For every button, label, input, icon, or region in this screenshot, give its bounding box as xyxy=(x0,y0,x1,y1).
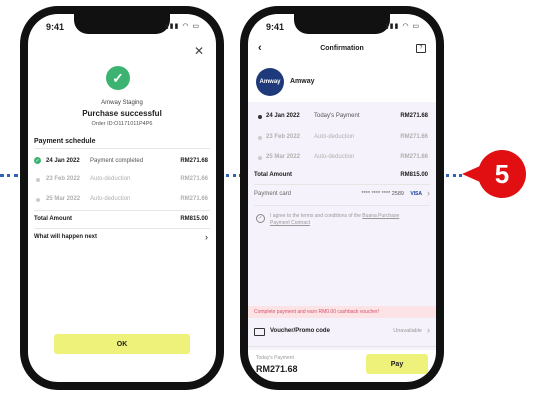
today-payment-amount: RM271.68 xyxy=(256,364,298,374)
cashback-text: Complete payment and earn RM0.00 cashbac… xyxy=(254,309,380,315)
notch xyxy=(294,14,390,34)
voucher-icon xyxy=(254,328,265,336)
schedule-amount: RM271.68 xyxy=(180,158,208,164)
help-icon[interactable]: ? xyxy=(416,44,426,53)
schedule-desc: Auto-deduction xyxy=(90,196,131,202)
card-number: **** **** **** 2589 xyxy=(361,191,404,197)
divider xyxy=(34,228,210,229)
total-label: Total Amount xyxy=(254,172,292,178)
merchant-name: Amway Staging xyxy=(101,100,143,106)
schedule-amount: RM271.66 xyxy=(180,196,208,202)
total-value: RM815.00 xyxy=(400,172,428,178)
voucher-label: Voucher/Promo code xyxy=(270,328,330,334)
divider xyxy=(34,148,210,149)
divider xyxy=(254,184,430,185)
amway-logo: Amway xyxy=(256,68,284,96)
close-icon[interactable]: ✕ xyxy=(194,44,204,58)
schedule-desc: Auto-deduction xyxy=(314,134,355,140)
schedule-amount: RM271.66 xyxy=(400,134,428,140)
schedule-amount: RM271.68 xyxy=(400,113,428,119)
total-value: RM815.00 xyxy=(180,216,208,222)
page-title: Purchase successful xyxy=(82,109,162,118)
schedule-desc: Today's Payment xyxy=(314,113,360,119)
schedule-title: Payment schedule xyxy=(34,138,96,145)
phone-confirmation: 9:41 ▮▮▮ ◠ ▭ ‹ Confirmation ? Amway Amwa… xyxy=(240,6,444,390)
voucher-row[interactable]: Voucher/Promo code Unavailable › xyxy=(254,325,430,340)
ok-button[interactable]: OK xyxy=(54,334,190,354)
schedule-desc: Payment completed xyxy=(90,158,144,164)
chevron-right-icon: › xyxy=(427,325,430,335)
screen-confirmation: 9:41 ▮▮▮ ◠ ▭ ‹ Confirmation ? Amway Amwa… xyxy=(248,14,436,382)
pay-button[interactable]: Pay xyxy=(366,354,428,374)
terms-text: I agree to the terms and conditions of t… xyxy=(270,213,420,227)
pending-dot-icon xyxy=(36,178,40,182)
success-check-icon: ✓ xyxy=(106,66,130,90)
pending-dot-icon xyxy=(258,156,262,160)
schedule-date: 24 Jan 2022 xyxy=(46,158,80,164)
schedule-date: 23 Feb 2022 xyxy=(46,176,81,182)
schedule-amount: RM271.66 xyxy=(400,154,428,160)
schedule-date: 25 Mar 2022 xyxy=(46,196,81,202)
schedule-desc: Auto-deduction xyxy=(90,176,131,182)
today-payment-label: Today's Payment xyxy=(256,355,294,361)
connector-right xyxy=(446,174,462,177)
voucher-status: Unavailable xyxy=(393,328,422,334)
chevron-right-icon: › xyxy=(205,232,208,242)
schedule-date: 24 Jan 2022 xyxy=(266,113,300,119)
total-label: Total Amount xyxy=(34,216,72,222)
step-badge: 5 xyxy=(478,150,526,198)
divider xyxy=(248,346,436,347)
signal-wifi-battery-icon: ▮▮▮ ◠ ▭ xyxy=(384,23,420,30)
phone-purchase-successful: 9:41 ▮▮▮ ◠ ▭ ✕ ✓ Amway Staging Purchase … xyxy=(20,6,224,390)
status-time: 9:41 xyxy=(46,22,65,32)
paid-check-icon: ✓ xyxy=(34,157,41,164)
terms-prefix: I agree to the terms and conditions of t… xyxy=(270,213,361,219)
connector-left xyxy=(0,174,18,177)
order-id: Order ID:O1171011P4P6 xyxy=(91,121,153,127)
amway-logo-text: Amway xyxy=(259,79,281,85)
payment-card-row[interactable]: Payment card **** **** **** 2589 VISA › xyxy=(254,188,430,202)
screen-purchase-successful: 9:41 ▮▮▮ ◠ ▭ ✕ ✓ Amway Staging Purchase … xyxy=(28,14,216,382)
current-dot-icon xyxy=(258,115,262,119)
pending-dot-icon xyxy=(36,198,40,202)
signal-wifi-battery-icon: ▮▮▮ ◠ ▭ xyxy=(164,23,200,30)
schedule-date: 23 Feb 2022 xyxy=(266,134,301,140)
payment-card-label: Payment card xyxy=(254,191,292,197)
schedule-amount: RM271.66 xyxy=(180,176,208,182)
schedule-desc: Auto-deduction xyxy=(314,154,355,160)
cashback-banner: Complete payment and earn RM0.00 cashbac… xyxy=(248,306,436,318)
divider xyxy=(34,210,210,211)
chevron-right-icon: › xyxy=(427,188,430,198)
divider xyxy=(254,205,430,206)
card-brand: VISA xyxy=(410,191,422,197)
notch xyxy=(74,14,170,34)
page-title: Confirmation xyxy=(320,45,364,52)
merchant-name: Amway xyxy=(290,78,315,85)
schedule-date: 25 Mar 2022 xyxy=(266,154,301,160)
terms-checkbox[interactable]: ✓ xyxy=(256,214,265,223)
what-next-link[interactable]: What will happen next › xyxy=(34,232,210,246)
status-time: 9:41 xyxy=(266,22,285,32)
pending-dot-icon xyxy=(258,136,262,140)
what-next-label: What will happen next xyxy=(34,234,98,240)
